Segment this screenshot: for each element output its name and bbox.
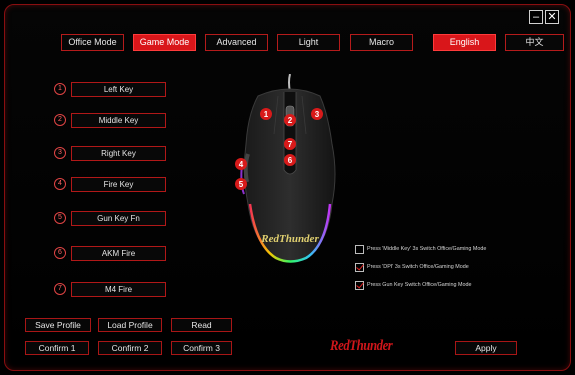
key-number-badge: 5 <box>54 212 66 224</box>
akm-fire-button[interactable]: AKM Fire <box>71 246 166 261</box>
tab-office-mode[interactable]: Office Mode <box>61 34 124 51</box>
mouse-logo: RedThunder <box>260 233 319 245</box>
tab-light[interactable]: Light <box>277 34 340 51</box>
key-number-badge: 6 <box>54 247 66 259</box>
checkbox[interactable] <box>355 244 364 254</box>
checkbox[interactable] <box>355 262 364 272</box>
load-profile-button[interactable]: Load Profile <box>98 318 162 332</box>
read-button[interactable]: Read <box>171 318 232 332</box>
key-number-badge: 3 <box>54 147 66 159</box>
marker-6: 6 <box>288 156 293 165</box>
option-gun-key-switch[interactable]: Press Gun Key Switch Office/Gaming Mode <box>355 280 471 290</box>
mouse-illustration: RedThunder 1 2 3 4 5 6 7 <box>235 74 336 263</box>
left-key-button[interactable]: Left Key <box>71 82 166 97</box>
option-middle-key-switch[interactable]: Press 'Middle Key' 3s Switch Office/Gami… <box>355 244 486 254</box>
key-number-badge: 4 <box>54 178 66 190</box>
tab-game-mode[interactable]: Game Mode <box>133 34 196 51</box>
marker-4: 4 <box>239 160 244 169</box>
fire-key-button[interactable]: Fire Key <box>71 177 166 192</box>
language-chinese-button[interactable]: 中文 <box>505 34 564 51</box>
confirm-1-button[interactable]: Confirm 1 <box>25 341 89 355</box>
right-key-button[interactable]: Right Key <box>71 146 166 161</box>
key-number-badge: 1 <box>54 83 66 95</box>
marker-5: 5 <box>239 180 244 189</box>
gun-key-fn-button[interactable]: Gun Key Fn <box>71 211 166 226</box>
m4-fire-button[interactable]: M4 Fire <box>71 282 166 297</box>
key-number-badge: 2 <box>54 114 66 126</box>
key-number-badge: 7 <box>54 283 66 295</box>
save-profile-button[interactable]: Save Profile <box>25 318 91 332</box>
option-label: Press Gun Key Switch Office/Gaming Mode <box>367 282 472 288</box>
apply-button[interactable]: Apply <box>455 341 517 355</box>
close-button[interactable]: ✕ <box>545 10 559 24</box>
marker-2: 2 <box>288 116 293 125</box>
option-label: Press 'Middle Key' 3s Switch Office/Gami… <box>367 246 487 252</box>
middle-key-button[interactable]: Middle Key <box>71 113 166 128</box>
tab-advanced[interactable]: Advanced <box>205 34 268 51</box>
marker-7: 7 <box>288 140 293 149</box>
confirm-2-button[interactable]: Confirm 2 <box>98 341 162 355</box>
marker-3: 3 <box>315 110 320 119</box>
option-dpi-switch[interactable]: Press 'DPI' 3s Switch Office/Gaming Mode <box>355 262 469 272</box>
brand-logo: RedThunder <box>330 338 393 354</box>
marker-1: 1 <box>264 110 269 119</box>
minimize-button[interactable]: – <box>529 10 543 24</box>
option-label: Press 'DPI' 3s Switch Office/Gaming Mode <box>367 264 469 270</box>
language-english-button[interactable]: English <box>433 34 496 51</box>
checkbox[interactable] <box>355 280 364 290</box>
confirm-3-button[interactable]: Confirm 3 <box>171 341 232 355</box>
tab-macro[interactable]: Macro <box>350 34 413 51</box>
